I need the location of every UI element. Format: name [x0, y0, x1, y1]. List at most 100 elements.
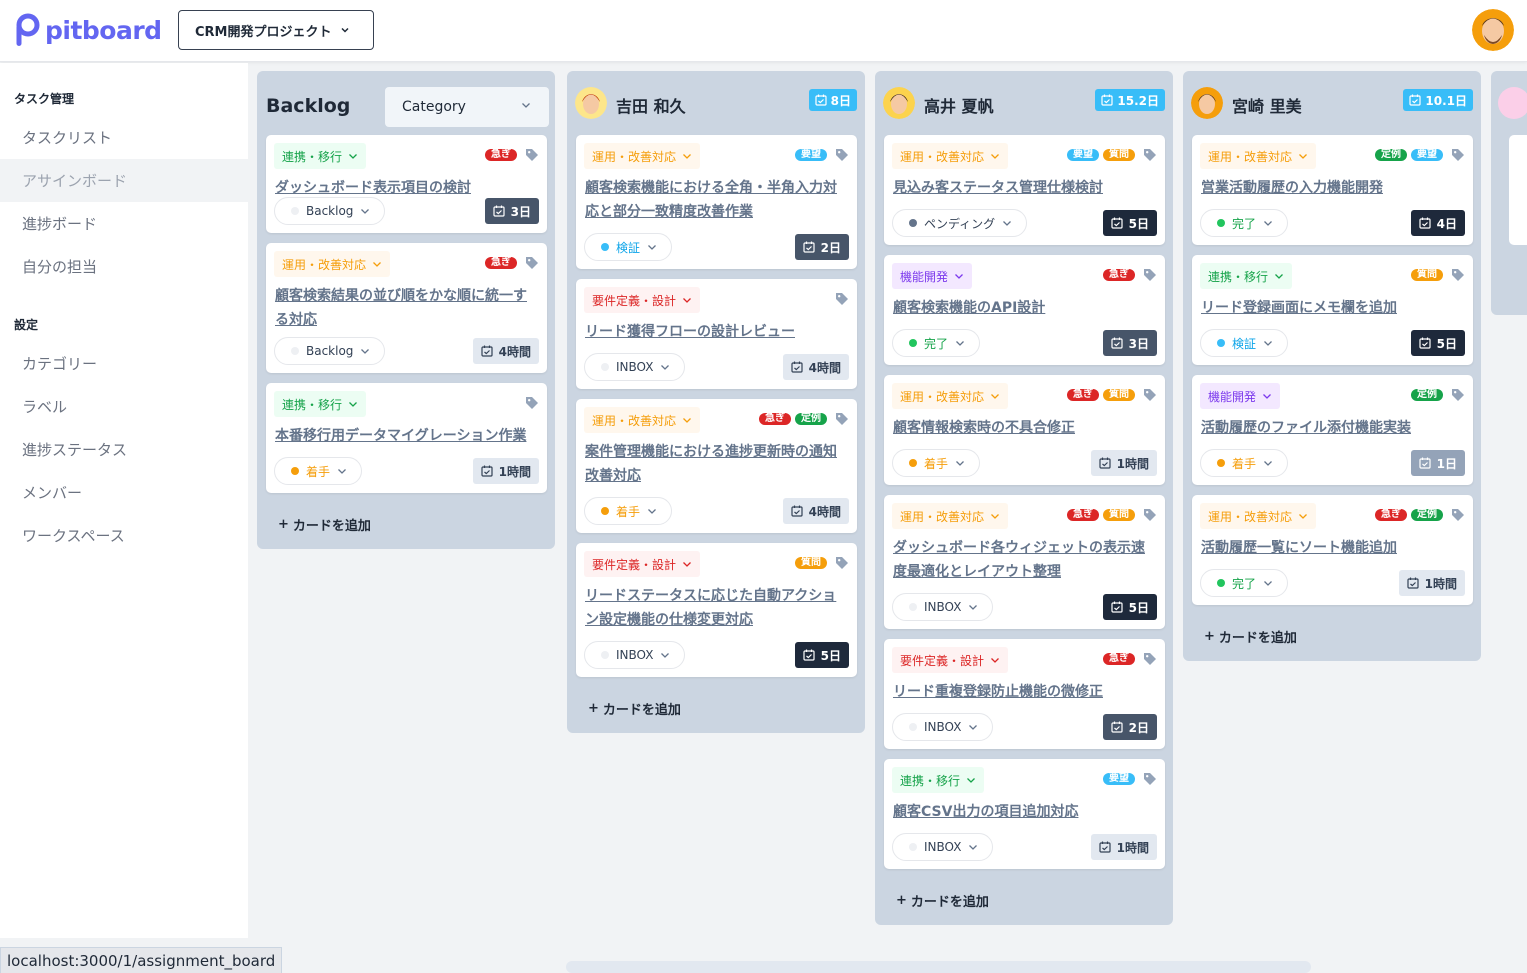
status-select[interactable]: Backlog [274, 197, 386, 225]
category-tag[interactable]: 連携・移行 [274, 391, 367, 417]
card-title-link[interactable]: 顧客情報検索時の不具合修正 [893, 416, 1157, 440]
sidebar-item-members[interactable]: メンバー [0, 471, 248, 514]
status-select[interactable]: ペンディング [892, 209, 1028, 237]
card-title-link[interactable]: 顧客検索結果の並び順をかな順に統一する対応 [275, 284, 539, 332]
category-tag[interactable]: 連携・移行 [1200, 263, 1293, 289]
task-card[interactable]: 運用・改善対応 急ぎ 質問 ダッシュボード各ウィジェットの表示速度最適化とレイアウト整… [884, 495, 1165, 629]
status-select[interactable]: 検証 [584, 233, 673, 261]
task-card[interactable]: 要件定義・設計 質問 リードステータスに応じた自動アクション設定機能の仕様変更対応 I… [576, 543, 857, 677]
category-tag[interactable]: 連携・移行 [892, 767, 985, 793]
tag-icon[interactable] [1143, 652, 1157, 666]
tag-icon[interactable] [1143, 772, 1157, 786]
category-tag[interactable]: 連携・移行 [274, 143, 367, 169]
status-select[interactable]: 検証 [1200, 329, 1289, 357]
sidebar-item-progress-board[interactable]: 進捗ボード [0, 202, 248, 245]
tag-icon[interactable] [1451, 508, 1465, 522]
sidebar-item-progress-status[interactable]: 進捗ステータス [0, 428, 248, 471]
card-title-link[interactable]: 案件管理機能における進捗更新時の通知改善対応 [585, 440, 849, 488]
card[interactable] [1509, 135, 1527, 245]
sidebar-item-labels[interactable]: ラベル [0, 385, 248, 428]
tag-icon[interactable] [1451, 388, 1465, 402]
tag-icon[interactable] [525, 256, 539, 270]
card-title-link[interactable]: リード登録画面にメモ欄を追加 [1201, 296, 1465, 320]
task-card[interactable]: 運用・改善対応 急ぎ 定例 案件管理機能における進捗更新時の通知改善対応 着手 4時間 [576, 399, 857, 533]
task-card[interactable]: 機能開発 急ぎ 顧客検索機能のAPI設計 完了 3日 [884, 255, 1165, 365]
tag-icon[interactable] [835, 148, 849, 162]
tag-icon[interactable] [1143, 508, 1157, 522]
card-title-link[interactable]: リード重複登録防止機能の微修正 [893, 680, 1157, 704]
task-card[interactable]: 運用・改善対応 急ぎ 定例 活動履歴一覧にソート機能追加 完了 1時間 [1192, 495, 1473, 605]
user-avatar[interactable] [1472, 9, 1514, 51]
category-tag[interactable]: 運用・改善対応 [584, 407, 701, 433]
add-card-button[interactable]: + カードを追加 [278, 515, 371, 534]
tag-icon[interactable] [835, 556, 849, 570]
tag-icon[interactable] [1143, 148, 1157, 162]
task-card[interactable]: 連携・移行 要望 顧客CSV出力の項目追加対応 INBOX 1時間 [884, 759, 1165, 869]
status-select[interactable]: 着手 [1200, 449, 1289, 477]
task-card[interactable]: 連携・移行 質問 リード登録画面にメモ欄を追加 検証 5日 [1192, 255, 1473, 365]
card-title-link[interactable]: 顧客検索機能のAPI設計 [893, 296, 1157, 320]
card-title-link[interactable]: リード獲得フローの設計レビュー [585, 320, 849, 344]
sidebar-item-workspace[interactable]: ワークスペース [0, 514, 248, 557]
status-select[interactable]: INBOX [892, 593, 994, 621]
tag-icon[interactable] [1143, 388, 1157, 402]
status-select[interactable]: Backlog [274, 337, 386, 365]
tag-icon[interactable] [1143, 268, 1157, 282]
sidebar-item-task-list[interactable]: タスクリスト [0, 116, 248, 159]
task-card[interactable]: 運用・改善対応 要望 質問 見込み客ステータス管理仕様検討 ペンディング 5日 [884, 135, 1165, 245]
add-card-button[interactable]: + カードを追加 [1204, 627, 1297, 646]
category-tag[interactable]: 要件定義・設計 [584, 287, 701, 313]
category-tag[interactable]: 運用・改善対応 [892, 143, 1009, 169]
tag-icon[interactable] [525, 148, 539, 162]
card-title-link[interactable]: ダッシュボード各ウィジェットの表示速度最適化とレイアウト整理 [893, 536, 1157, 584]
category-tag[interactable]: 機能開発 [892, 263, 973, 289]
tag-icon[interactable] [1451, 148, 1465, 162]
category-tag[interactable]: 運用・改善対応 [584, 143, 701, 169]
status-select[interactable]: 着手 [584, 497, 673, 525]
add-card-button[interactable]: + カードを追加 [896, 891, 989, 910]
task-card[interactable]: 運用・改善対応 急ぎ 質問 顧客情報検索時の不具合修正 着手 1時間 [884, 375, 1165, 485]
status-select[interactable]: INBOX [584, 641, 686, 669]
status-select[interactable]: INBOX [892, 713, 994, 741]
status-select[interactable]: INBOX [584, 353, 686, 381]
card-title-link[interactable]: リードステータスに応じた自動アクション設定機能の仕様変更対応 [585, 584, 849, 632]
category-tag[interactable]: 要件定義・設計 [892, 647, 1009, 673]
status-select[interactable]: 着手 [274, 457, 363, 485]
card-title-link[interactable]: 顧客CSV出力の項目追加対応 [893, 800, 1157, 824]
task-card[interactable]: 要件定義・設計 リード獲得フローの設計レビュー INBOX 4時間 [576, 279, 857, 389]
category-tag[interactable]: 要件定義・設計 [584, 551, 701, 577]
category-tag[interactable]: 運用・改善対応 [1200, 143, 1317, 169]
tag-icon[interactable] [835, 292, 849, 306]
card-title-link[interactable]: 本番移行用データマイグレーション作業 [275, 424, 539, 448]
card-title-link[interactable]: 営業活動履歴の入力機能開発 [1201, 176, 1465, 200]
status-select[interactable]: 完了 [892, 329, 981, 357]
card-title-link[interactable]: 活動履歴のファイル添付機能実装 [1201, 416, 1465, 440]
project-selector[interactable]: CRM開発プロジェクト [178, 10, 374, 50]
horizontal-scrollbar[interactable] [566, 961, 1311, 973]
category-filter-select[interactable]: Category [385, 87, 549, 127]
task-card[interactable]: 運用・改善対応 定例 要望 営業活動履歴の入力機能開発 完了 4日 [1192, 135, 1473, 245]
task-card[interactable]: 機能開発 定例 活動履歴のファイル添付機能実装 着手 1日 [1192, 375, 1473, 485]
sidebar-item-assignment-board[interactable]: アサインボード [0, 159, 248, 202]
task-card[interactable]: 連携・移行 本番移行用データマイグレーション作業 着手 1時間 [266, 383, 547, 493]
status-select[interactable]: INBOX [892, 833, 994, 861]
task-card[interactable]: 要件定義・設計 急ぎ リード重複登録防止機能の微修正 INBOX 2日 [884, 639, 1165, 749]
sidebar-item-categories[interactable]: カテゴリー [0, 342, 248, 385]
task-card[interactable]: 運用・改善対応 急ぎ 顧客検索結果の並び順をかな順に統一する対応 Backlog 4時間 [266, 243, 547, 373]
tag-icon[interactable] [1451, 268, 1465, 282]
status-select[interactable]: 着手 [892, 449, 981, 477]
task-card[interactable]: 運用・改善対応 要望 顧客検索機能における全角・半角入力対応と部分一致精度改善作業検… [576, 135, 857, 269]
card-title-link[interactable]: 活動履歴一覧にソート機能追加 [1201, 536, 1465, 560]
tag-icon[interactable] [525, 396, 539, 410]
category-tag[interactable]: 運用・改善対応 [892, 383, 1009, 409]
status-select[interactable]: 完了 [1200, 209, 1289, 237]
category-tag[interactable]: 運用・改善対応 [1200, 503, 1317, 529]
task-card[interactable]: 連携・移行 急ぎ ダッシュボード表示項目の検討 Backlog 3日 [266, 135, 547, 233]
category-tag[interactable]: 運用・改善対応 [274, 251, 391, 277]
status-select[interactable]: 完了 [1200, 569, 1289, 597]
card-title-link[interactable]: 見込み客ステータス管理仕様検討 [893, 176, 1157, 200]
tag-icon[interactable] [835, 412, 849, 426]
app-logo[interactable]: pitboard [15, 13, 162, 47]
sidebar-item-my-tasks[interactable]: 自分の担当 [0, 245, 248, 288]
add-card-button[interactable]: + カードを追加 [588, 699, 681, 718]
